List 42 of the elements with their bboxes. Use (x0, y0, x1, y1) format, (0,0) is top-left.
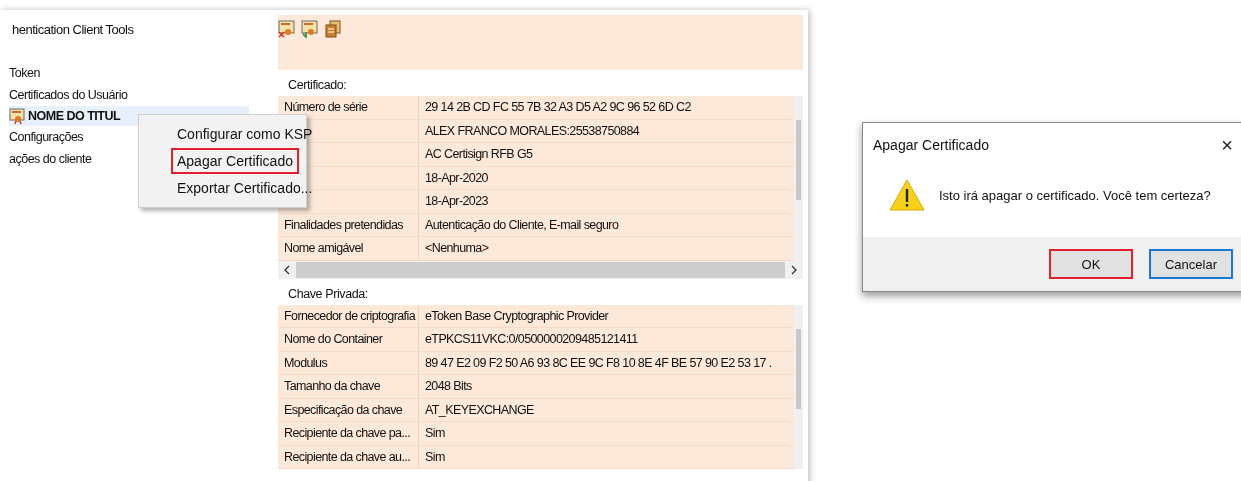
vertical-scrollbar[interactable] (794, 96, 803, 261)
property-name: Especificação da chave (278, 398, 419, 421)
warning-icon (889, 179, 925, 211)
property-name: Recipiente da chave au... (278, 445, 419, 468)
property-value: 2048 Bits (424, 378, 472, 396)
property-name: Nome do Container (278, 328, 419, 351)
dialog-title: Apagar Certificado (873, 137, 989, 153)
menu-item[interactable]: Apagar Certificado (171, 148, 299, 174)
property-value: 89 47 E2 09 F2 50 A6 93 8C EE 9C F8 10 8E 4F BE 57 90 E2 53 17 . (424, 354, 772, 372)
property-name: Finalidades pretendidas (278, 213, 419, 236)
property-name: Tamanho da chave (278, 375, 419, 398)
certificate-icon[interactable] (301, 20, 321, 40)
property-name: Fornecedor de criptografia (278, 304, 419, 327)
close-button[interactable]: × (1221, 135, 1233, 155)
certificate-icon[interactable] (278, 20, 298, 40)
property-value: eToken Base Cryptographic Provider (424, 307, 609, 325)
property-value: AT_KEYEXCHANGE (424, 401, 534, 419)
cancel-button[interactable]: Cancelar (1149, 249, 1233, 279)
vertical-scrollbar[interactable] (794, 304, 803, 469)
property-value: 29 14 2B CD FC 55 7B 32 A3 D5 A2 9C 96 52 6D C2 (424, 99, 691, 117)
dialog-message: Isto irá apagar o certificado. Você tem certeza? (939, 187, 1211, 203)
property-value: eTPKCS11VKC:0/0500000209485121411 (424, 331, 638, 349)
certificate-icon (9, 108, 25, 124)
property-value: 18-Apr-2020 (424, 169, 488, 187)
property-value: Sim (424, 448, 445, 466)
app-title: hentication Client Tools (12, 22, 135, 37)
section-heading: Chave Privada: (287, 285, 369, 303)
property-name: Nome amigável (278, 237, 419, 260)
property-value: Sim (424, 425, 445, 443)
property-value: ALEX FRANCO MORALES:25538750884 (424, 122, 640, 140)
property-name: Recipiente da chave pa... (278, 422, 419, 445)
property-value: <Nenhuma> (424, 240, 489, 258)
section-heading: Certificado: (287, 77, 348, 94)
property-value: AC Certisign RFB G5 (424, 146, 533, 164)
property-name: Modulus (278, 351, 419, 374)
property-value: Autenticação do Cliente, E-mail seguro (424, 216, 619, 234)
copy-icon[interactable] (324, 20, 344, 40)
tree-item[interactable]: Token (9, 62, 249, 84)
ok-button[interactable]: OK (1049, 249, 1133, 279)
menu-item[interactable]: Exportar Certificado... (171, 175, 319, 201)
tree-item[interactable]: Certificados do Usuário (9, 84, 249, 106)
property-value: 18-Apr-2023 (424, 193, 488, 211)
